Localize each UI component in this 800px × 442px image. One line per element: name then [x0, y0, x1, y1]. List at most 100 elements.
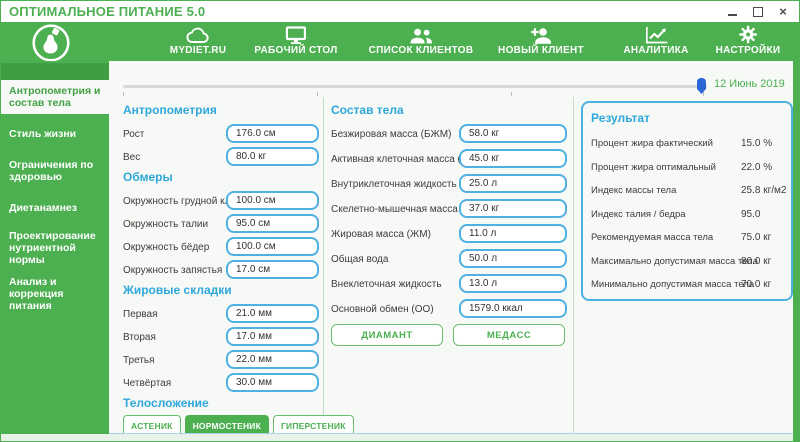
- field-label: Скелетно-мышечная масса: [331, 204, 458, 215]
- height-input[interactable]: 176.0 см: [226, 124, 319, 143]
- field-label: Окружность бёдер: [123, 242, 210, 253]
- fat-free-mass-input[interactable]: 58.0 кг: [459, 124, 567, 143]
- section-title-body-type: Телосложение: [123, 396, 209, 410]
- column-body-composition: Состав тела Безжировая масса (БЖМ) 58.0 …: [331, 101, 567, 346]
- section-title-anthropometry: Антропометрия: [123, 103, 217, 117]
- pear-logo-icon: [31, 23, 71, 63]
- skinfold-2-input[interactable]: 17.0 мм: [226, 327, 319, 346]
- result-value: 80.0 кг: [741, 255, 772, 267]
- nav-label: РАБОЧИЙ СТОЛ: [254, 45, 338, 56]
- gear-icon: [739, 25, 758, 44]
- section-title-measurements: Обмеры: [123, 170, 173, 184]
- nav-label: СПИСОК КЛИЕНТОВ: [368, 45, 474, 56]
- vertical-scrollbar[interactable]: [793, 61, 799, 441]
- date-slider-track[interactable]: [123, 85, 707, 88]
- result-value: 75.0 кг: [741, 232, 772, 243]
- sidebar-item-nutrient-norm[interactable]: Проектирование нутриентной нормы: [1, 225, 109, 271]
- app-title: ОПТИМАЛЬНОЕ ПИТАНИЕ 5.0: [9, 4, 206, 19]
- field-label: Общая вода: [331, 254, 389, 265]
- field-row-wrist: Окружность запястья 17.0 см: [123, 260, 319, 279]
- field-row-chest: Окружность грудной клетки 100.0 см: [123, 191, 319, 210]
- field-row-active-cell-mass: Активная клеточная масса (АКМ) 45.0 кг: [331, 149, 567, 168]
- result-row-recommended-mass: Рекомендуемая масса тела 75.0 кг: [591, 226, 783, 250]
- sidebar-item-health-restrictions[interactable]: Ограничения по здоровью: [1, 154, 109, 188]
- nav-new-client[interactable]: НОВЫЙ КЛИЕНТ: [498, 26, 584, 56]
- section-title-results: Результат: [591, 111, 650, 125]
- nav-mydiet[interactable]: MYDIET.RU: [170, 26, 227, 56]
- nav-analytics[interactable]: АНАЛИТИКА: [623, 26, 688, 56]
- fat-mass-input[interactable]: 11.0 л: [459, 224, 567, 243]
- sidebar-top-band: [1, 63, 109, 80]
- date-slider-handle[interactable]: [697, 78, 706, 94]
- slider-tick: [511, 92, 512, 96]
- field-row-height: Рост 176.0 см: [123, 124, 319, 143]
- active-cell-mass-input[interactable]: 45.0 кг: [459, 149, 567, 168]
- field-row-extracellular-fluid: Внеклеточная жидкость 13.0 л: [331, 274, 567, 293]
- result-box: Результат Процент жира фактический 15.0 …: [581, 101, 793, 301]
- field-row-intracellular-fluid: Внутриклеточная жидкость 25.0 л: [331, 174, 567, 193]
- field-row-skinfold-2: Вторая 17.0 мм: [123, 327, 319, 346]
- result-label: Максимально допустимая масса тела: [591, 255, 758, 267]
- field-row-total-water: Общая вода 50.0 л: [331, 249, 567, 268]
- horizontal-scrollbar[interactable]: [1, 434, 793, 441]
- device-buttons: ДИАМАНТ МЕДАСС: [331, 324, 567, 346]
- result-value: 95.0: [741, 208, 761, 220]
- field-row-skinfold-4: Четвёртая 30.0 мм: [123, 373, 319, 392]
- result-row-min-mass: Минимально допустимая масса тела 70.0 кг: [591, 273, 783, 291]
- skinfold-3-input[interactable]: 22.0 мм: [226, 350, 319, 369]
- nav-client-list[interactable]: СПИСОК КЛИЕНТОВ: [369, 26, 474, 56]
- waist-circumference-input[interactable]: 95.0 см: [226, 214, 319, 233]
- field-label: Внутриклеточная жидкость: [331, 179, 457, 190]
- intracellular-fluid-input[interactable]: 25.0 л: [459, 174, 567, 193]
- diamant-button[interactable]: ДИАМАНТ: [331, 324, 443, 346]
- field-row-hips: Окружность бёдер 100.0 см: [123, 237, 319, 256]
- sidebar-list: Антропометрия и состав тела Стиль жизни …: [1, 80, 109, 317]
- sidebar-item-nutrition-correction[interactable]: Анализ и коррекция питания: [1, 271, 109, 317]
- column-divider: [323, 97, 324, 434]
- result-label: Минимально допустимая масса тела: [591, 279, 755, 290]
- skinfold-1-input[interactable]: 21.0 мм: [226, 304, 319, 323]
- field-label: Жировая масса (ЖМ): [331, 229, 431, 240]
- field-row-basal-metabolism: Основной обмен (ОО) 1579.0 ккал: [331, 299, 567, 318]
- result-value: 22.0 %: [741, 161, 773, 173]
- title-bar: ОПТИМАЛЬНОЕ ПИТАНИЕ 5.0 ×: [1, 1, 799, 22]
- main-nav: MYDIET.RU РАБОЧИЙ СТОЛ СПИСОК КЛИЕНТОВ Н…: [1, 22, 799, 63]
- minimize-button[interactable]: [727, 6, 739, 18]
- basal-metabolism-input[interactable]: 1579.0 ккал: [459, 299, 567, 318]
- extracellular-fluid-input[interactable]: 13.0 л: [459, 274, 567, 293]
- weight-input[interactable]: 80.0 кг: [226, 147, 319, 166]
- app-window: ОПТИМАЛЬНОЕ ПИТАНИЕ 5.0 × MYDIET.RU РАБО…: [0, 0, 800, 442]
- result-label: Индекс талия / бедра: [591, 208, 686, 220]
- result-row-optimal-fat-percent: Процент жира оптимальный 22.0 %: [591, 156, 783, 180]
- skinfold-4-input[interactable]: 30.0 мм: [226, 373, 319, 392]
- nav-desktop[interactable]: РАБОЧИЙ СТОЛ: [254, 26, 337, 56]
- field-label: Первая: [123, 309, 158, 320]
- chart-icon: [644, 26, 668, 44]
- field-row-skinfold-1: Первая 21.0 мм: [123, 304, 319, 323]
- person-add-icon: [529, 26, 552, 44]
- main-content: 12 Июнь 2019 Антропометрия Рост 176.0 см…: [109, 61, 793, 436]
- maximize-button[interactable]: [752, 6, 764, 18]
- result-row-waist-hip-index: Индекс талия / бедра 95.0: [591, 203, 783, 227]
- field-row-weight: Вес 80.0 кг: [123, 147, 319, 166]
- nav-settings[interactable]: НАСТРОЙКИ: [716, 25, 781, 56]
- people-icon: [408, 26, 433, 44]
- field-label: Окружность запястья: [123, 265, 223, 276]
- close-button[interactable]: ×: [777, 5, 789, 18]
- sidebar-item-diet-anamnesis[interactable]: Диетанамнез: [1, 197, 109, 219]
- slider-tick: [703, 92, 704, 96]
- hip-circumference-input[interactable]: 100.0 см: [226, 237, 319, 256]
- column-results: Результат Процент жира фактический 15.0 …: [581, 101, 793, 301]
- wrist-circumference-input[interactable]: 17.0 см: [226, 260, 319, 279]
- field-row-skeletal-muscle-mass: Скелетно-мышечная масса 37.0 кг: [331, 199, 567, 218]
- sidebar-item-lifestyle[interactable]: Стиль жизни: [1, 123, 109, 145]
- medass-button[interactable]: МЕДАСС: [453, 324, 565, 346]
- field-label: Основной обмен (ОО): [331, 304, 434, 315]
- sidebar-item-anthropometry[interactable]: Антропометрия и состав тела: [1, 80, 109, 114]
- slider-tick: [317, 92, 318, 96]
- skeletal-muscle-mass-input[interactable]: 37.0 кг: [459, 199, 567, 218]
- field-label: Четвёртая: [123, 378, 172, 389]
- field-label: Безжировая масса (БЖМ): [331, 129, 452, 140]
- total-water-input[interactable]: 50.0 л: [459, 249, 567, 268]
- chest-circumference-input[interactable]: 100.0 см: [226, 191, 319, 210]
